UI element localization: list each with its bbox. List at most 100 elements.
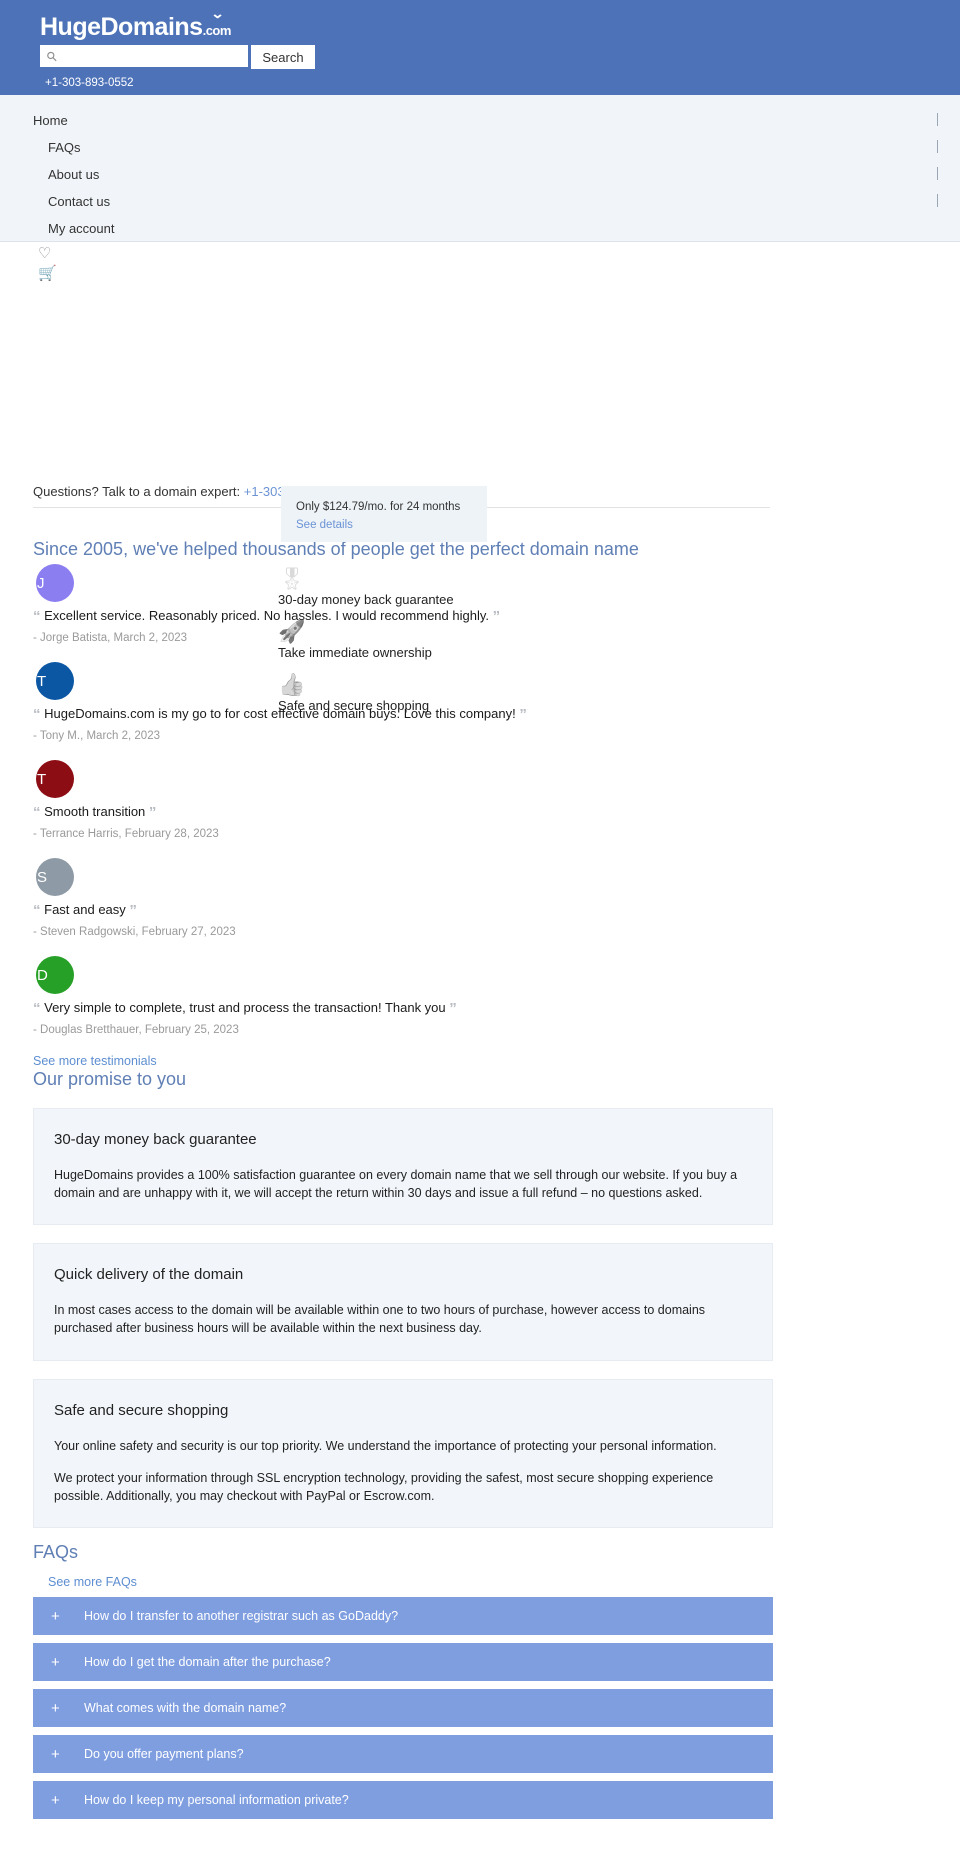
testimonial-text: Excellent service. Reasonably priced. No… (44, 608, 489, 623)
see-more-testimonials-link[interactable]: See more testimonials (33, 1054, 493, 1068)
quote-open-icon: “ (33, 608, 41, 625)
testimonial-list: J “ Excellent service. Reasonably priced… (33, 564, 527, 1068)
faq-section: FAQs See more FAQs + How do I transfer t… (33, 1542, 773, 1827)
testimonial-text: Fast and easy (44, 902, 126, 917)
see-details-link[interactable]: See details (296, 519, 353, 531)
header-phone[interactable]: +1-303-893-0552 (40, 77, 960, 89)
testimonial-text: HugeDomains.com is my go to for cost eff… (44, 706, 516, 721)
testimonial-quote: “ Excellent service. Reasonably priced. … (33, 608, 500, 625)
quote-open-icon: “ (33, 1000, 41, 1017)
promise-card-title: 30-day money back guarantee (54, 1131, 257, 1148)
nav-item-my-account[interactable]: My account (0, 215, 960, 242)
promise-section: Our promise to you 30-day money back gua… (33, 1069, 773, 1528)
testimonial-author: - Tony M., March 2, 2023 (33, 730, 160, 742)
avatar: T (36, 760, 74, 798)
testimonial-text: Smooth transition (44, 804, 146, 819)
faq-item-private-info[interactable]: + How do I keep my personal information … (33, 1781, 773, 1819)
testimonial-item: T “ Smooth transition ” - Terrance Harri… (33, 760, 493, 840)
faq-question: Do you offer payment plans? (84, 1747, 244, 1761)
faq-question: How do I transfer to another registrar s… (84, 1609, 399, 1623)
nav-panel: Home FAQs About us Contact us My account… (0, 95, 960, 282)
nav-divider (937, 194, 938, 207)
faq-item-payment-plans[interactable]: + Do you offer payment plans? (33, 1735, 773, 1773)
promise-heading: Our promise to you (33, 1069, 187, 1089)
logo-check-icon: ⌄ (210, 6, 224, 21)
nav-divider (937, 167, 938, 180)
promise-card-title: Quick delivery of the domain (54, 1266, 244, 1284)
nav-label: Contact us (48, 194, 111, 209)
nav-label: FAQs (48, 140, 81, 155)
testimonial-author: - Terrance Harris, February 28, 2023 (33, 828, 219, 840)
avatar: T (36, 662, 74, 700)
faq-item-transfer-registrar[interactable]: + How do I transfer to another registrar… (33, 1597, 773, 1635)
faq-item-what-comes-with[interactable]: + What comes with the domain name? (33, 1689, 773, 1727)
testimonial-quote: “ Fast and easy ” (33, 902, 493, 919)
questions-text: Questions? Talk to a domain expert: (33, 484, 241, 499)
nav-item-contact-us[interactable]: Contact us (0, 188, 960, 215)
logo-suffix-text: .com (202, 23, 232, 38)
plus-icon: + (51, 1607, 60, 1625)
promise-card-text: We protect your information through SSL … (54, 1470, 714, 1503)
quote-close-icon: ” (129, 902, 137, 919)
heart-icon[interactable]: ♡ (38, 244, 960, 264)
testimonial-quote: “ Very simple to complete, trust and pro… (33, 1000, 493, 1017)
quote-open-icon: “ (33, 804, 41, 821)
faq-item-get-domain[interactable]: + How do I get the domain after the purc… (33, 1643, 773, 1681)
testimonial-author: - Jorge Batista, March 2, 2023 (33, 632, 188, 644)
search-box[interactable]: ⚲ (40, 45, 248, 68)
promise-card-text: HugeDomains provides a 100% satisfaction… (54, 1168, 738, 1201)
search-row: ⚲ Search (40, 45, 960, 70)
quote-open-icon: “ (33, 706, 41, 723)
plus-icon: + (51, 1653, 60, 1671)
testimonial-quote: “ HugeDomains.com is my go to for cost e… (33, 706, 527, 723)
testimonial-item: D “ Very simple to complete, trust and p… (33, 956, 493, 1036)
site-logo[interactable]: ⌄ HugeDomains.com (40, 7, 232, 41)
testimonial-quote: “ Smooth transition ” (33, 804, 493, 821)
site-header: ⌄ HugeDomains.com ⚲ Search +1-303-893-055… (0, 0, 960, 95)
nav-item-home[interactable]: Home (0, 107, 960, 134)
quote-close-icon: ” (492, 608, 501, 625)
price-tooltip-text: Only $124.79/mo. for 24 months (296, 501, 461, 513)
nav-label: About us (48, 167, 100, 182)
testimonial-item: J “ Excellent service. Reasonably priced… (33, 564, 500, 644)
promise-card-safe-shopping: Safe and secure shopping Your online saf… (33, 1378, 773, 1528)
faq-question: What comes with the domain name? (84, 1701, 287, 1715)
testimonial-author: - Douglas Bretthauer, February 25, 2023 (33, 1024, 239, 1036)
testimonial-item: S “ Fast and easy ” - Steven Radgowski, … (33, 858, 493, 938)
nav-item-about-us[interactable]: About us (0, 161, 960, 188)
plus-icon: + (51, 1745, 60, 1763)
nav-label: Home (33, 113, 68, 128)
faq-question: How do I keep my personal information pr… (84, 1793, 349, 1807)
promise-card-text: Your online safety and security is our t… (54, 1438, 717, 1453)
avatar: D (36, 956, 74, 994)
testimonial-text: Very simple to complete, trust and proce… (44, 1000, 446, 1015)
price-tooltip: Only $124.79/mo. for 24 months See detai… (281, 486, 487, 542)
avatar: J (36, 564, 74, 602)
search-input[interactable] (56, 47, 247, 66)
cart-icon[interactable]: 🛒 (38, 264, 960, 284)
quote-open-icon: “ (33, 902, 41, 919)
see-more-faqs-link[interactable]: See more FAQs (48, 1575, 773, 1589)
faq-question: How do I get the domain after the purcha… (84, 1655, 331, 1669)
quote-close-icon: ” (449, 1000, 457, 1017)
plus-icon: + (51, 1699, 60, 1717)
testimonial-item: T “ HugeDomains.com is my go to for cost… (33, 662, 527, 742)
testimonial-author: - Steven Radgowski, February 27, 2023 (33, 926, 236, 938)
avatar: S (36, 858, 74, 896)
testimonials-heading: Since 2005, we've helped thousands of pe… (33, 539, 639, 559)
promise-card-text: In most cases access to the domain will … (54, 1303, 706, 1336)
nav-divider (937, 140, 938, 153)
plus-icon: + (51, 1791, 60, 1809)
search-button[interactable]: Search (251, 45, 315, 70)
faq-heading: FAQs (33, 1542, 79, 1562)
quote-close-icon: ” (519, 706, 527, 723)
quote-close-icon: ” (148, 804, 157, 821)
promise-card-title: Safe and secure shopping (54, 1401, 229, 1419)
promise-card-quick-delivery: Quick delivery of the domain In most cas… (33, 1243, 773, 1361)
logo-main-text: HugeDomains (40, 13, 203, 41)
promise-card-money-back: 30-day money back guarantee HugeDomains … (33, 1108, 773, 1226)
nav-divider (937, 113, 938, 126)
nav-icon-group: ♡ 🛒 (0, 244, 960, 284)
nav-item-faqs[interactable]: FAQs (0, 134, 960, 161)
nav-label: My account (48, 221, 115, 236)
